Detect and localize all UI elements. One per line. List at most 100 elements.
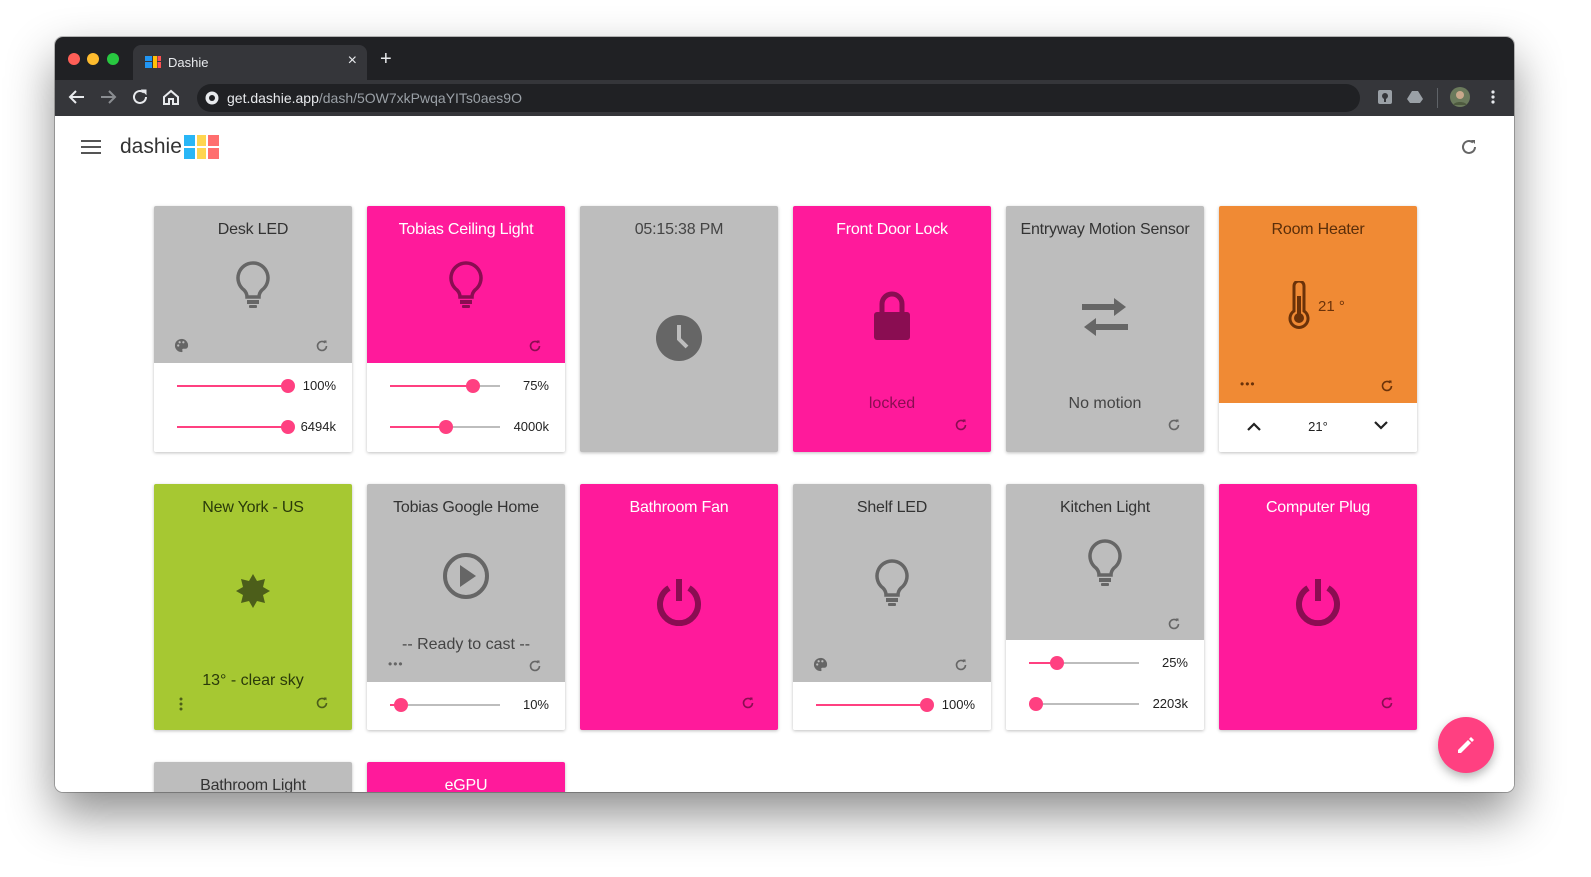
minimize-window-button[interactable] [87, 53, 99, 65]
reload-icon[interactable] [129, 86, 151, 108]
tile-bathroom-light[interactable]: Bathroom Light [154, 762, 352, 792]
slider-thumb[interactable] [281, 379, 295, 393]
brightness-slider[interactable]: 100% [154, 376, 352, 396]
clock-time: 05:15:38 PM [634, 221, 724, 238]
sun-icon [236, 574, 270, 608]
tile-title: Room Heater [1271, 221, 1365, 238]
slider-thumb[interactable] [439, 420, 453, 434]
refresh-icon[interactable] [315, 696, 329, 710]
slider-thumb[interactable] [1050, 656, 1064, 670]
tile-title: Tobias Google Home [393, 499, 539, 516]
new-tab-button[interactable]: + [380, 48, 392, 71]
maximize-window-button[interactable] [107, 53, 119, 65]
volume-value: 10% [522, 697, 549, 712]
volume-slider[interactable]: 10% [367, 695, 565, 715]
browser-toolbar: get.dashie.app/dash/5OW7xkPwqaYITs0aes9O [55, 80, 1514, 116]
refresh-icon[interactable] [315, 339, 329, 353]
thermometer-icon [1288, 281, 1310, 329]
vertical-more-icon[interactable] [179, 697, 183, 711]
home-icon[interactable] [160, 86, 182, 108]
tile-title: Computer Plug [1265, 499, 1371, 516]
toolbar-divider [1437, 88, 1438, 108]
tab-dashie[interactable]: Dashie × [133, 45, 367, 80]
slider-thumb[interactable] [394, 698, 408, 712]
forward-icon[interactable] [97, 86, 119, 108]
tile-title: eGPU [444, 777, 488, 792]
color-temp-slider[interactable]: 4000k [367, 417, 565, 437]
chevron-down-icon[interactable] [1374, 421, 1388, 431]
hamburger-menu-icon[interactable] [81, 139, 101, 155]
refresh-icon[interactable] [954, 418, 968, 432]
more-options-icon[interactable]: ••• [1240, 377, 1256, 391]
clock-icon [656, 315, 702, 361]
tile-kitchen-light: Kitchen Light 25% 2203k [1006, 484, 1204, 730]
tile-title: Bathroom Fan [629, 499, 729, 516]
tile-controls: 75% 4000k [367, 363, 565, 452]
tile-entryway-motion-sensor[interactable]: Entryway Motion Sensor No motion [1006, 206, 1204, 452]
refresh-icon[interactable] [528, 659, 542, 673]
tile-google-home-main[interactable]: Tobias Google Home -- Ready to cast -- •… [367, 484, 565, 682]
tile-title: Shelf LED [856, 499, 928, 516]
tile-title: Bathroom Light [200, 777, 306, 792]
tile-title: Kitchen Light [1060, 499, 1150, 516]
slider-thumb[interactable] [920, 698, 934, 712]
tile-tobias-ceiling-light: Tobias Ceiling Light 75% 4000k [367, 206, 565, 452]
profile-avatar-icon[interactable] [1450, 87, 1470, 107]
close-window-button[interactable] [68, 53, 80, 65]
refresh-icon[interactable] [1380, 379, 1394, 393]
tile-bathroom-fan[interactable]: Bathroom Fan [580, 484, 778, 730]
tile-room-heater-main[interactable]: Room Heater 21 ° ••• [1219, 206, 1417, 403]
url-host: get.dashie.app [227, 90, 319, 106]
drive-icon[interactable] [1407, 89, 1423, 105]
tile-new-york-weather[interactable]: New York - US 13° - clear sky [154, 484, 352, 730]
refresh-icon[interactable] [1167, 617, 1181, 631]
brightness-slider[interactable]: 100% [793, 695, 991, 715]
tile-room-heater: Room Heater 21 ° ••• 21° [1219, 206, 1417, 452]
slider-thumb[interactable] [466, 379, 480, 393]
tile-shelf-led-toggle[interactable]: Shelf LED [793, 484, 991, 682]
palette-icon[interactable] [174, 338, 189, 353]
refresh-all-icon[interactable] [1458, 136, 1480, 158]
color-temp-slider[interactable]: 2203k [1006, 694, 1204, 714]
tile-computer-plug[interactable]: Computer Plug [1219, 484, 1417, 730]
tile-front-door-lock[interactable]: Front Door Lock locked [793, 206, 991, 452]
brightness-value: 75% [522, 378, 549, 393]
palette-icon[interactable] [813, 657, 828, 672]
more-options-icon[interactable]: ••• [388, 657, 404, 671]
refresh-icon[interactable] [741, 696, 755, 710]
tile-title: Tobias Ceiling Light [398, 221, 534, 238]
motion-status: No motion [1068, 395, 1142, 412]
refresh-icon[interactable] [528, 339, 542, 353]
tile-kitchen-light-toggle[interactable]: Kitchen Light [1006, 484, 1204, 640]
refresh-icon[interactable] [954, 658, 968, 672]
browser-menu-icon[interactable] [1485, 89, 1501, 105]
play-circle-icon [443, 553, 489, 599]
lightbulb-icon [236, 261, 270, 308]
url-text: get.dashie.app/dash/5OW7xkPwqaYITs0aes9O [227, 90, 522, 106]
extension-icon[interactable] [1377, 89, 1393, 105]
pencil-icon [1458, 737, 1474, 753]
tile-controls: 100% [793, 682, 991, 730]
site-info-icon[interactable] [205, 91, 219, 105]
brightness-value: 100% [302, 378, 336, 393]
refresh-icon[interactable] [1167, 418, 1181, 432]
refresh-icon[interactable] [1380, 696, 1394, 710]
brightness-slider[interactable]: 25% [1006, 653, 1204, 673]
swap-arrows-icon [1082, 298, 1128, 336]
tile-desk-led: Desk LED 100% 6494k [154, 206, 352, 452]
tile-desk-led-toggle[interactable]: Desk LED [154, 206, 352, 363]
slider-thumb[interactable] [281, 420, 295, 434]
brightness-slider[interactable]: 75% [367, 376, 565, 396]
color-temp-slider[interactable]: 6494k [154, 417, 352, 437]
back-icon[interactable] [66, 86, 88, 108]
tile-egpu[interactable]: eGPU [367, 762, 565, 792]
edit-fab-button[interactable] [1438, 717, 1494, 773]
slider-thumb[interactable] [1029, 697, 1043, 711]
tile-tobias-ceiling-light-toggle[interactable]: Tobias Ceiling Light [367, 206, 565, 363]
tile-clock[interactable]: 05:15:38 PM [580, 206, 778, 452]
lock-icon [874, 291, 910, 340]
address-bar[interactable]: get.dashie.app/dash/5OW7xkPwqaYITs0aes9O [197, 84, 1360, 112]
heater-reading: 21 ° [1318, 298, 1345, 315]
tab-close-button[interactable]: × [348, 52, 357, 70]
browser-window: Dashie × + get.dashie.app/dash/5OW7xkPwq… [55, 37, 1514, 792]
